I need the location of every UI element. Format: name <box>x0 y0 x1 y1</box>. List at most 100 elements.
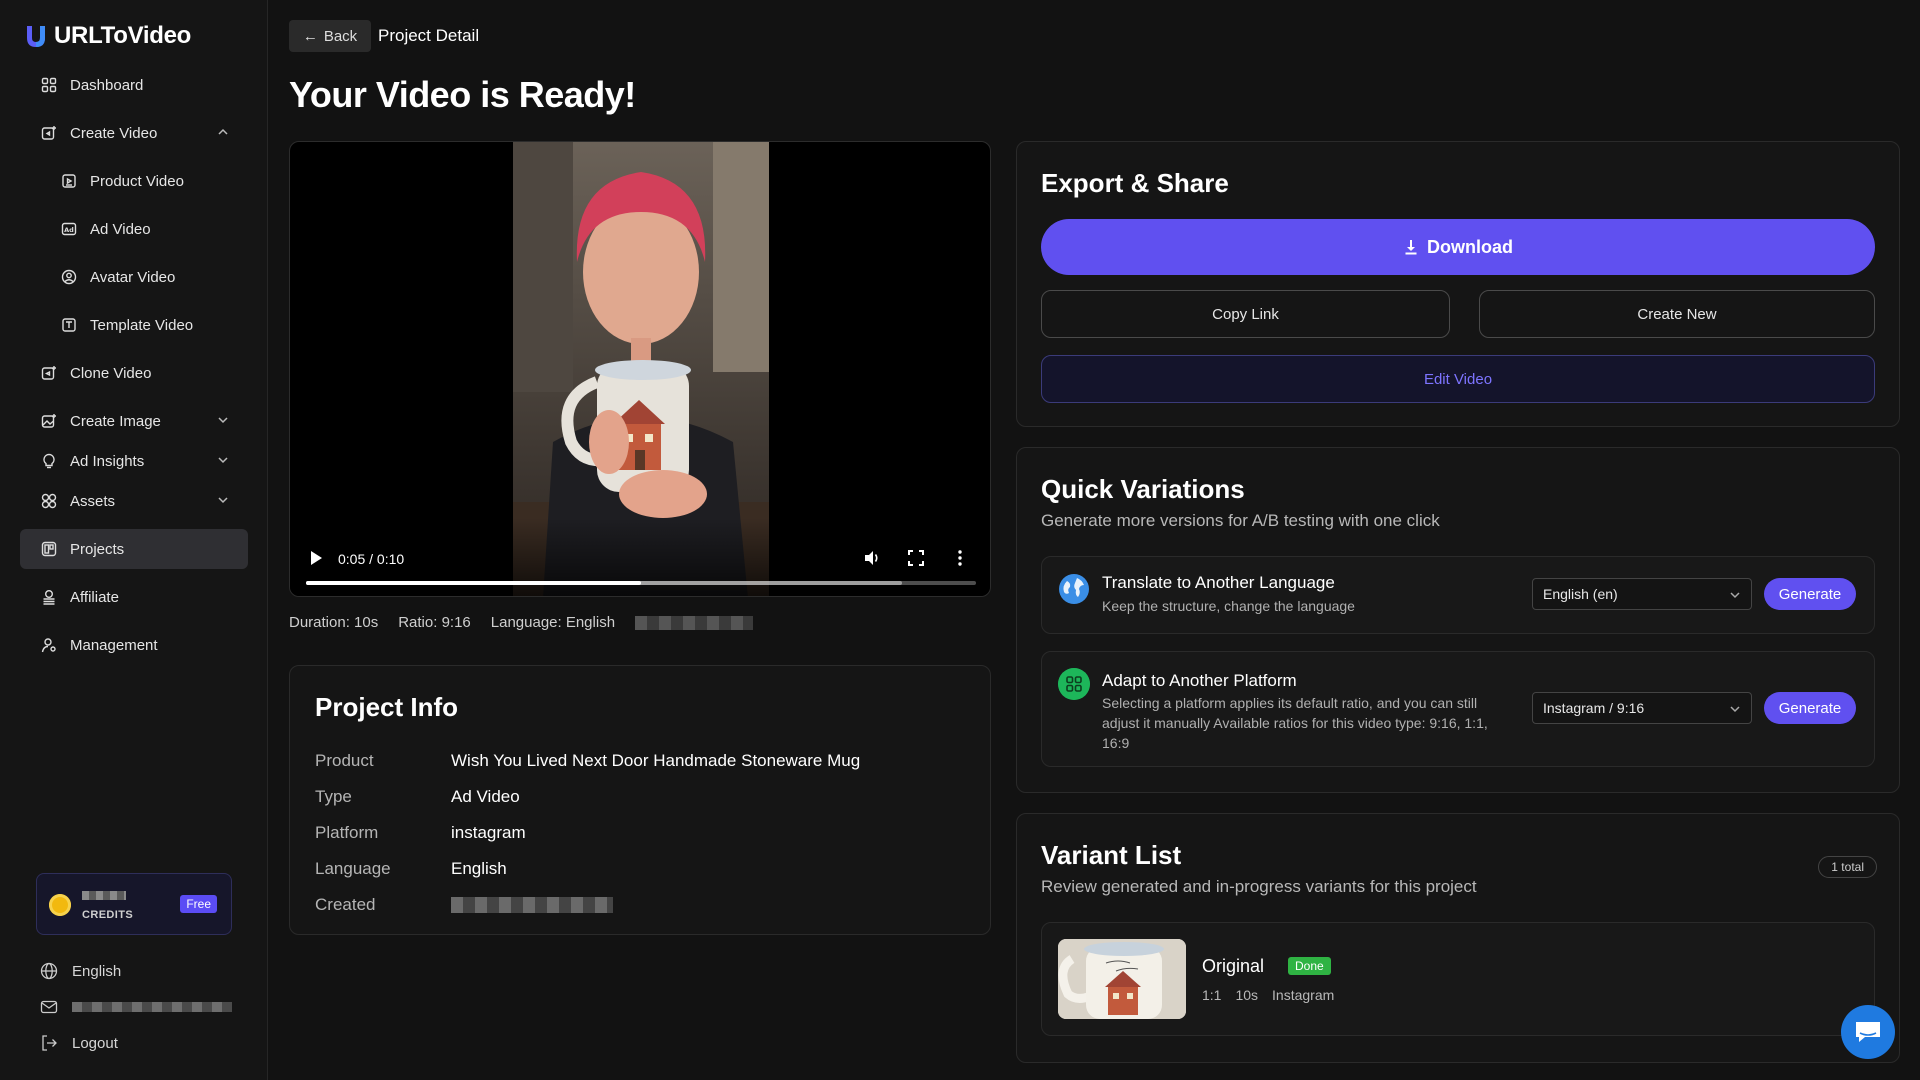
credits-label: CREDITS <box>82 909 134 921</box>
translate-variation: Translate to Another Language Keep the s… <box>1041 556 1875 634</box>
user-settings-icon <box>40 636 58 654</box>
export-title: Export & Share <box>1041 168 1229 198</box>
chat-icon <box>1856 1022 1880 1042</box>
variant-name: Original <box>1202 956 1265 976</box>
sidebar-item-assets[interactable]: Assets <box>20 481 248 521</box>
sidebar-item-label: Avatar Video <box>90 268 176 286</box>
clone-video-icon <box>40 364 58 382</box>
edit-video-button[interactable]: Edit Video <box>1041 355 1875 403</box>
sidebar-item-label: Projects <box>70 540 125 558</box>
info-row-type: Type Ad Video <box>315 779 860 815</box>
sidebar-item-label: Create Image <box>70 412 161 430</box>
language-select[interactable]: English (en) <box>1532 578 1752 610</box>
translate-generate-button[interactable]: Generate <box>1764 578 1856 610</box>
video-meta: Duration: 10s Ratio: 9:16 Language: Engl… <box>289 614 754 631</box>
sidebar-item-label: Dashboard <box>70 76 144 94</box>
video-time: 0:05 / 0:10 <box>338 551 405 567</box>
fullscreen-icon[interactable] <box>907 549 925 567</box>
logo[interactable]: URLToVideo <box>24 22 191 50</box>
video-controls: 0:05 / 0:10 <box>290 518 990 596</box>
chevron-down-icon <box>1730 592 1740 599</box>
breadcrumb: Project Detail <box>378 26 480 45</box>
chevron-down-icon <box>218 497 228 504</box>
adapt-generate-button[interactable]: Generate <box>1764 692 1856 724</box>
affiliate-icon <box>40 588 58 606</box>
info-value: Ad Video <box>451 787 520 806</box>
variant-thumbnail[interactable] <box>1058 939 1186 1019</box>
sidebar-item-clone-video[interactable]: Clone Video <box>20 353 248 393</box>
video-progress-bar[interactable] <box>306 581 976 585</box>
credits-amount-redacted <box>82 891 126 900</box>
info-value: instagram <box>451 823 526 842</box>
video-plus-icon <box>40 124 58 142</box>
chevron-up-icon <box>218 128 228 135</box>
email-redacted <box>72 1002 232 1012</box>
sidebar-item-ad-video[interactable]: Ad Ad Video <box>20 209 248 249</box>
sidebar-item-label: Management <box>70 636 158 654</box>
language-select-value: English (en) <box>1543 586 1618 602</box>
variant-list-card: Variant List Review generated and in-pro… <box>1016 813 1900 1063</box>
volume-icon[interactable] <box>862 548 882 568</box>
info-key: Language <box>315 859 391 878</box>
variant-item[interactable]: Original Done 1:1 10s Instagram <box>1041 922 1875 1036</box>
download-label: Download <box>1427 236 1513 257</box>
video-progress-fill <box>306 581 641 585</box>
adapt-title: Adapt to Another Platform <box>1102 671 1297 690</box>
quick-variations-card: Quick Variations Generate more versions … <box>1016 447 1900 793</box>
sidebar-item-create-image[interactable]: Create Image <box>20 401 248 441</box>
copy-link-button[interactable]: Copy Link <box>1041 290 1450 338</box>
back-label: Back <box>323 27 358 45</box>
credits-card[interactable]: CREDITS Free <box>36 873 232 935</box>
avatar-icon <box>60 268 78 286</box>
app-name: URLToVideo <box>54 22 191 49</box>
platform-select-value: Instagram / 9:16 <box>1543 700 1645 716</box>
info-key: Created <box>315 895 376 914</box>
variant-duration: 10s <box>1235 987 1259 1003</box>
project-info-card: Project Info Product Wish You Lived Next … <box>289 665 991 935</box>
language-switcher[interactable]: English <box>40 953 232 989</box>
create-new-button[interactable]: Create New <box>1479 290 1875 338</box>
sidebar-item-avatar-video[interactable]: Avatar Video <box>20 257 248 297</box>
sidebar-item-label: Clone Video <box>70 364 152 382</box>
ratio-text: Ratio: 9:16 <box>398 614 471 631</box>
grid-icon <box>40 76 58 94</box>
video-player[interactable]: 0:05 / 0:10 <box>289 141 991 597</box>
info-key: Type <box>315 787 352 806</box>
project-info-rows: Product Wish You Lived Next Door Handmade… <box>315 743 860 923</box>
projects-icon <box>40 540 58 558</box>
quick-variations-subtitle: Generate more versions for A/B testing w… <box>1041 511 1440 530</box>
sidebar-item-label: Affiliate <box>70 588 119 606</box>
apps-grid-icon <box>1058 668 1090 700</box>
sidebar-item-product-video[interactable]: Product Video <box>20 161 248 201</box>
info-row-product: Product Wish You Lived Next Door Handmade… <box>315 743 860 779</box>
template-icon <box>60 316 78 334</box>
lightbulb-icon <box>40 452 58 470</box>
variant-list-subtitle: Review generated and in-progress variant… <box>1041 877 1477 896</box>
redacted-meta <box>635 615 754 630</box>
sidebar-item-template-video[interactable]: Template Video <box>20 305 248 345</box>
sidebar-item-create-video[interactable]: Create Video <box>20 113 248 153</box>
sidebar-item-ad-insights[interactable]: Ad Insights <box>20 441 248 481</box>
svg-text:Ad: Ad <box>64 226 74 234</box>
more-vertical-icon[interactable] <box>950 548 970 568</box>
download-button[interactable]: Download <box>1041 219 1875 275</box>
quick-variations-title: Quick Variations <box>1041 474 1245 504</box>
sidebar-item-dashboard[interactable]: Dashboard <box>20 65 248 105</box>
play-icon[interactable] <box>307 549 325 567</box>
plan-badge: Free <box>180 895 217 913</box>
assets-icon <box>40 492 58 510</box>
back-button[interactable]: ← Back <box>289 20 371 52</box>
adapt-platform-variation: Adapt to Another Platform Selecting a pl… <box>1041 651 1875 767</box>
sidebar-item-projects[interactable]: Projects <box>20 529 248 569</box>
language-label: English <box>72 962 122 980</box>
platform-select[interactable]: Instagram / 9:16 <box>1532 692 1752 724</box>
urltovideo-logo-icon <box>27 26 45 47</box>
export-share-card: Export & Share Download Copy Link Create… <box>1016 141 1900 427</box>
sidebar-item-affiliate[interactable]: Affiliate <box>20 577 248 617</box>
chat-support-button[interactable] <box>1841 1005 1895 1059</box>
sidebar-item-label: Ad Insights <box>70 452 145 470</box>
sidebar-item-management[interactable]: Management <box>20 625 248 665</box>
logout-button[interactable]: Logout <box>40 1025 232 1061</box>
coin-icon <box>49 894 71 916</box>
status-badge: Done <box>1288 957 1331 975</box>
